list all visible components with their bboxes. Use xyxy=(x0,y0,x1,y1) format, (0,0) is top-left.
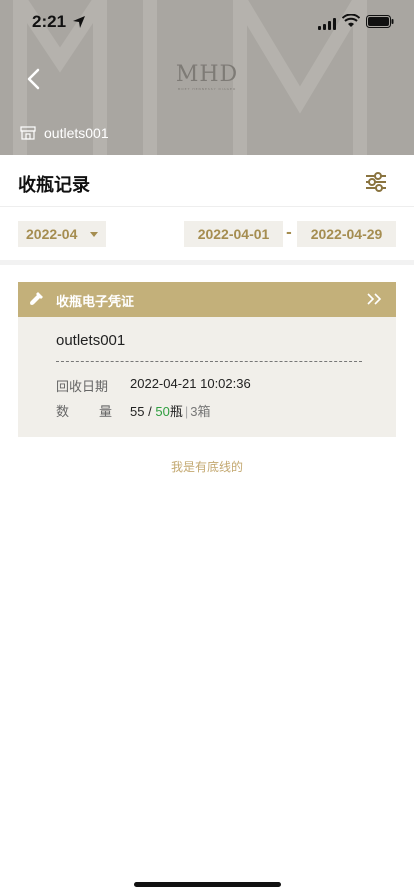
home-indicator xyxy=(134,882,281,887)
section-divider xyxy=(0,260,414,265)
qty-total: 50 xyxy=(155,404,170,419)
date-range-separator: - xyxy=(286,225,292,241)
store-icon xyxy=(20,126,36,140)
status-time: 2:21 xyxy=(32,12,67,31)
quantity-value: 55 / 50瓶 | 3箱 xyxy=(130,401,210,420)
quantity-label-char-2: 量 xyxy=(99,405,113,420)
recycle-date-value: 2022-04-21 10:02:36 xyxy=(130,376,251,391)
qty-separator: | xyxy=(184,404,189,419)
month-select[interactable]: 2022-04 xyxy=(18,221,106,247)
logo-subtext: MOET HENNESSY DIAGEO xyxy=(177,87,237,91)
record-store-name: outlets001 xyxy=(56,332,126,349)
end-of-list-text: 我是有底线的 xyxy=(170,460,243,474)
record-card-title: 收瓶电子凭证 xyxy=(56,295,135,310)
bottle-icon xyxy=(30,292,43,305)
page-title: 收瓶记录 xyxy=(18,175,90,196)
dashed-divider xyxy=(56,361,362,362)
caret-down-icon xyxy=(90,232,98,237)
filter-settings-icon[interactable] xyxy=(364,171,388,193)
recycle-date-label: 回收日期 xyxy=(56,380,109,395)
double-chevron-right-icon xyxy=(367,293,382,305)
quantity-label-char-1: 数 xyxy=(56,405,70,420)
chevron-left-icon xyxy=(27,68,40,90)
qty-collected: 55 xyxy=(130,404,145,419)
record-card[interactable]: 收瓶电子凭证 outlets001 回收日期 2022-04-21 10:02:… xyxy=(18,282,396,437)
qty-unit: 瓶 xyxy=(169,404,183,419)
month-value: 2022-04 xyxy=(26,226,78,242)
qty-slash: / xyxy=(148,404,152,419)
end-date-field[interactable]: 2022-04-29 xyxy=(297,221,396,247)
store-name: outlets001 xyxy=(44,125,109,141)
battery-icon xyxy=(366,15,394,28)
brand-logo: MHD MOET HENNESSY DIAGEO xyxy=(172,62,242,98)
header-banner: 2:21 MHD MOET HENNESSY DIAGEO outlets001 xyxy=(0,0,414,155)
back-button[interactable] xyxy=(18,64,48,94)
store-row: outlets001 xyxy=(20,122,109,144)
status-bar: 2:21 xyxy=(0,0,414,44)
wifi-icon xyxy=(342,14,360,27)
start-date-field[interactable]: 2022-04-01 xyxy=(184,221,283,247)
location-arrow-icon xyxy=(73,16,85,28)
cellular-signal-icon xyxy=(318,18,336,30)
logo-text: MHD xyxy=(175,62,239,87)
record-card-header: 收瓶电子凭证 xyxy=(18,282,396,317)
title-bar: 收瓶记录 xyxy=(0,155,414,207)
date-filter-row: 2022-04 2022-04-01 - 2022-04-29 xyxy=(0,208,414,260)
qty-boxes: 3箱 xyxy=(190,404,211,419)
quantity-label: 数量 xyxy=(56,401,112,420)
